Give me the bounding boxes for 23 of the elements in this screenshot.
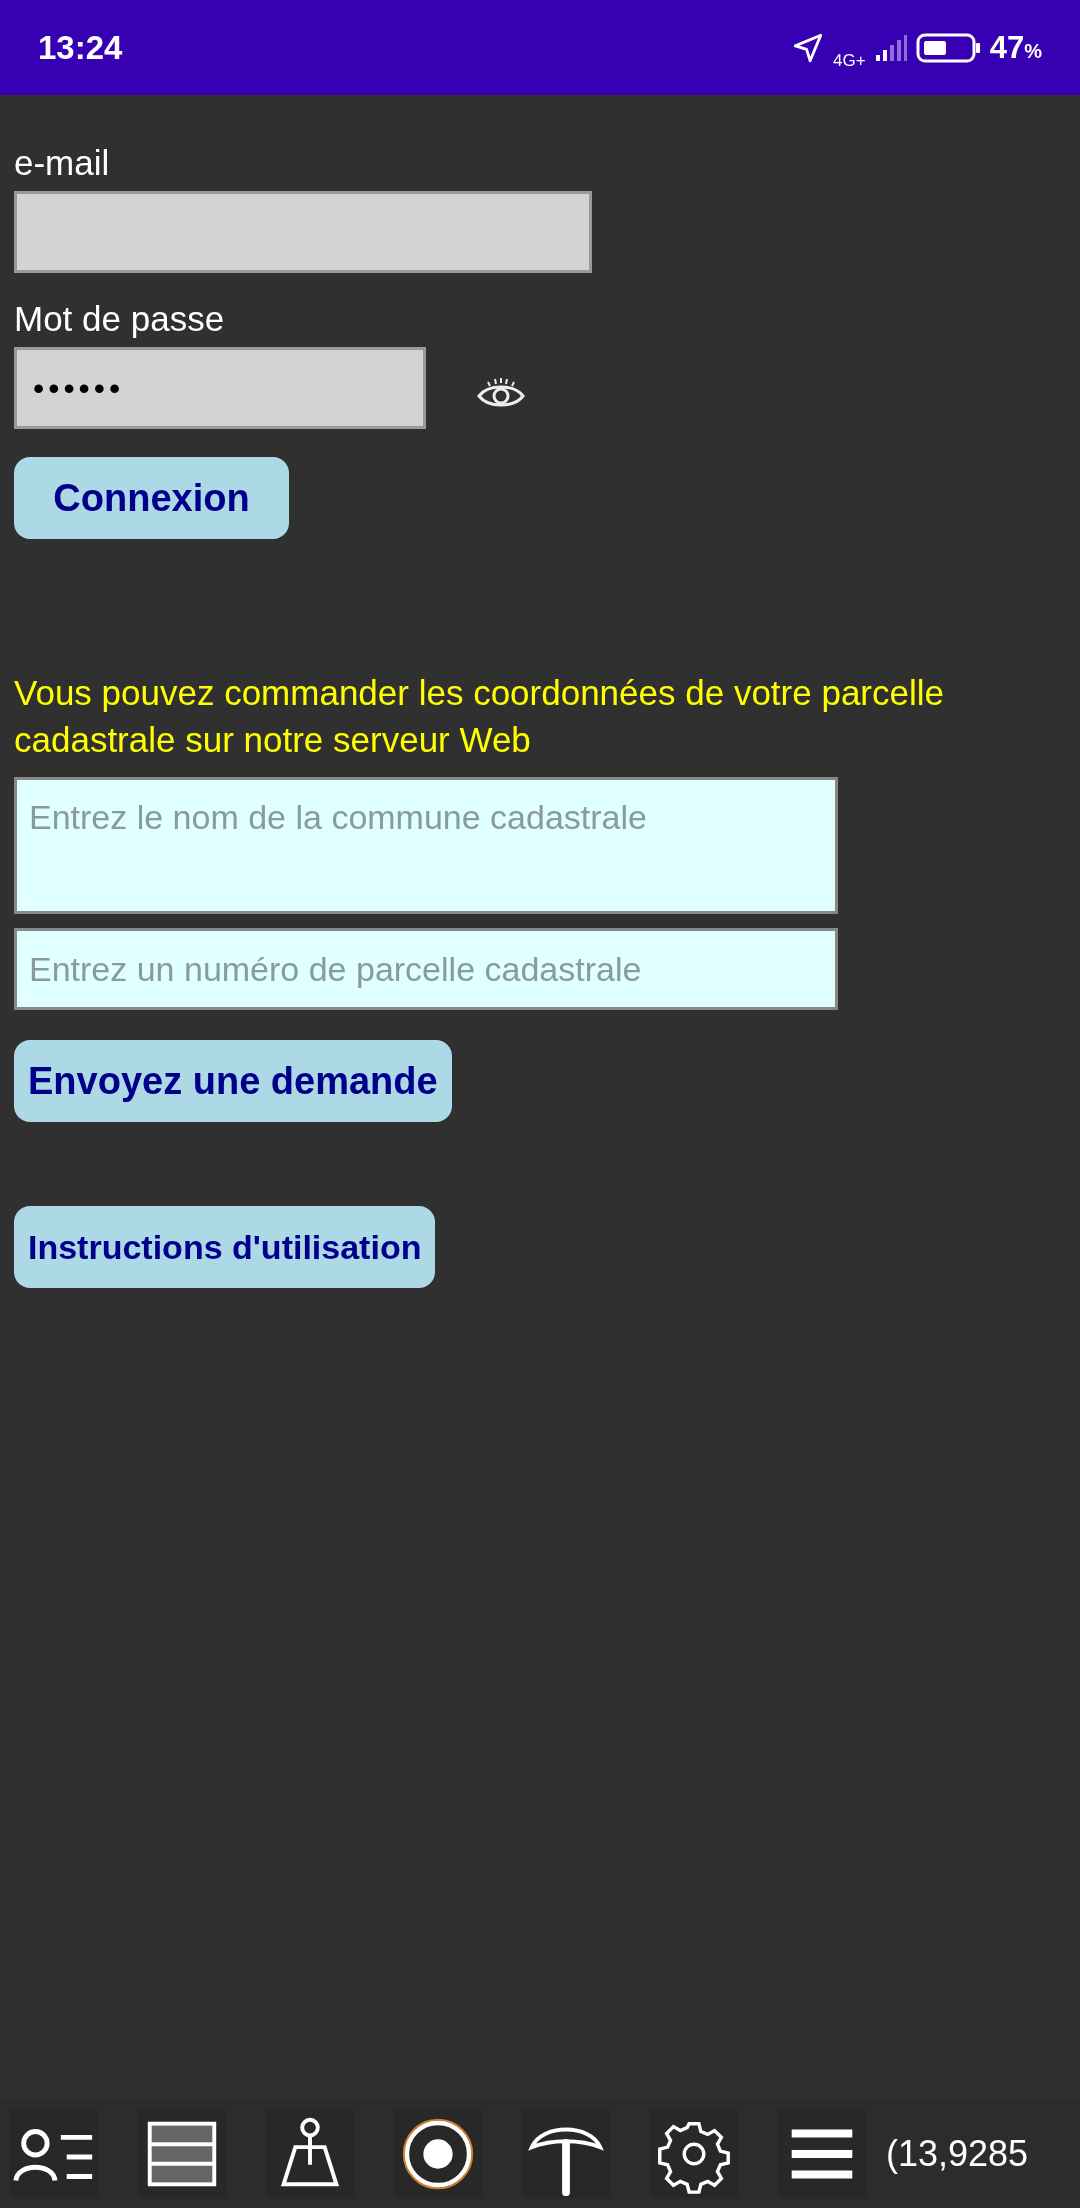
email-field[interactable] <box>14 191 592 273</box>
survey-tripod-icon[interactable] <box>266 2110 354 2198</box>
stacked-rows-icon[interactable] <box>138 2110 226 2198</box>
coordinate-text: (13,9285 <box>886 2133 1029 2175</box>
instructions-button[interactable]: Instructions d'utilisation <box>14 1206 436 1288</box>
antenna-icon[interactable] <box>522 2110 610 2198</box>
send-request-button[interactable]: Envoyez une demande <box>14 1040 452 1122</box>
target-icon[interactable] <box>394 2110 482 2198</box>
login-button[interactable]: Connexion <box>14 457 289 539</box>
order-intro-text: Vous pouvez commander les coordonnées de votre parcelle cadastrale sur notre serveur Web <box>14 672 945 761</box>
signal-icon <box>873 32 908 63</box>
commune-field[interactable]: Entrez le nom de la commune cadastrale <box>14 777 838 914</box>
status-time: 13:24 <box>38 28 123 67</box>
menu-icon[interactable] <box>778 2110 866 2198</box>
battery-level: 47% <box>989 29 1042 66</box>
password-field[interactable]: •••••• <box>14 347 426 429</box>
contacts-list-icon[interactable] <box>10 2110 98 2198</box>
network-type: 4G+ <box>833 50 866 71</box>
email-label: e-mail <box>14 143 110 183</box>
battery-icon <box>915 31 982 64</box>
parcel-field[interactable]: Entrez un numéro de parcelle cadastrale <box>14 928 838 1010</box>
settings-icon[interactable] <box>650 2110 738 2198</box>
password-label: Mot de passe <box>14 299 225 339</box>
